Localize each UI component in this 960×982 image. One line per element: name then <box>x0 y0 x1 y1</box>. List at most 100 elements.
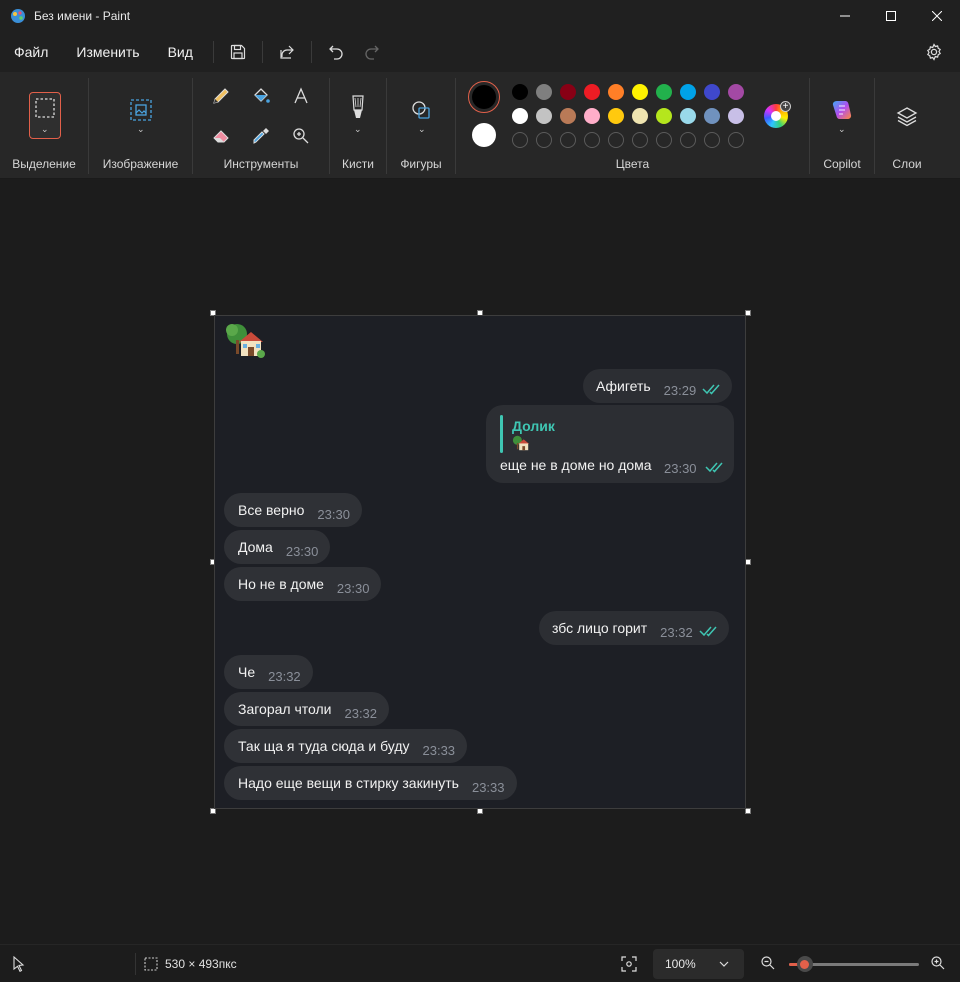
custom-color-slot[interactable] <box>728 132 744 148</box>
shapes-button[interactable] <box>405 94 437 126</box>
custom-color-slot[interactable] <box>608 132 624 148</box>
undo-button[interactable] <box>318 36 354 68</box>
copilot-button[interactable] <box>826 94 858 126</box>
color-swatch[interactable] <box>728 108 744 124</box>
zoom-select[interactable]: 100% <box>653 949 744 979</box>
custom-color-slot[interactable] <box>704 132 720 148</box>
custom-color-slot[interactable] <box>512 132 528 148</box>
primary-color-swatch[interactable] <box>468 81 500 113</box>
color-swatch[interactable] <box>728 84 744 100</box>
custom-color-slot[interactable] <box>584 132 600 148</box>
zoom-slider-thumb[interactable] <box>796 956 813 972</box>
custom-color-slot[interactable] <box>632 132 648 148</box>
color-swatch[interactable] <box>536 84 552 100</box>
message-text: Афигеть <box>596 378 651 394</box>
selection-button[interactable]: ⌄ <box>29 92 61 139</box>
color-swatch[interactable] <box>680 108 696 124</box>
message-time: 23:33 <box>422 742 456 758</box>
color-swatch[interactable] <box>704 84 720 100</box>
text-icon <box>294 87 308 104</box>
minimize-icon <box>840 15 850 17</box>
image-crop-icon <box>130 99 152 121</box>
fill-tool[interactable] <box>245 80 277 112</box>
menu-view[interactable]: Вид <box>154 32 207 72</box>
group-label-image: Изображение <box>102 157 179 171</box>
secondary-color-swatch[interactable] <box>472 123 496 147</box>
redo-button[interactable] <box>354 36 390 68</box>
color-swatch[interactable] <box>512 84 528 100</box>
save-icon <box>230 44 246 60</box>
color-swatch[interactable] <box>608 84 624 100</box>
color-swatch[interactable] <box>704 108 720 124</box>
color-swatch[interactable] <box>656 108 672 124</box>
pencil-tool[interactable] <box>205 80 237 112</box>
color-swatch[interactable] <box>632 108 648 124</box>
zoom-out-button[interactable] <box>760 955 778 973</box>
text-tool[interactable] <box>285 80 317 112</box>
maximize-button[interactable] <box>868 0 914 32</box>
color-swatch[interactable] <box>560 108 576 124</box>
eraser-icon <box>213 130 229 143</box>
message-time: 23:32 <box>660 624 693 640</box>
share-button[interactable] <box>269 36 305 68</box>
color-swatch[interactable] <box>560 84 576 100</box>
color-swatch[interactable] <box>680 84 696 100</box>
save-button[interactable] <box>220 36 256 68</box>
color-swatch[interactable] <box>632 84 648 100</box>
color-swatch[interactable] <box>536 108 552 124</box>
magnifier-tool[interactable] <box>285 120 317 152</box>
edit-colors-button[interactable]: + <box>764 101 791 128</box>
image-button[interactable] <box>125 94 157 126</box>
brushes-button[interactable] <box>342 92 374 124</box>
primary-color-fill <box>472 85 496 109</box>
reply-bar <box>500 415 503 453</box>
double-check-icon <box>702 384 720 395</box>
pencil-icon <box>213 88 229 104</box>
zoom-in-button[interactable] <box>930 955 948 973</box>
chevron-down-icon[interactable]: ⌄ <box>838 124 846 135</box>
settings-button[interactable] <box>918 36 950 68</box>
minimize-button[interactable] <box>822 0 868 32</box>
group-copilot: ⌄ Copilot <box>810 72 874 179</box>
status-bar: 530 × 493пкс 100% <box>0 944 960 982</box>
group-image: ⌄ Изображение <box>89 72 192 179</box>
color-picker-tool[interactable] <box>245 120 277 152</box>
custom-color-slot[interactable] <box>656 132 672 148</box>
close-button[interactable] <box>914 0 960 32</box>
color-swatch[interactable] <box>584 108 600 124</box>
message-time: 23:30 <box>336 580 370 596</box>
message-outgoing: збс лицо горит 23:32 <box>539 611 729 645</box>
layers-button[interactable] <box>891 100 923 132</box>
canvas-image[interactable]: Афигеть 23:29 Долик еще не в доме но дом… <box>214 315 746 809</box>
menu-divider <box>261 41 263 63</box>
group-label-copilot: Copilot <box>823 157 861 171</box>
group-colors: Цвета <box>456 72 809 179</box>
group-tools: Инструменты <box>193 72 329 179</box>
color-swatch[interactable] <box>608 108 624 124</box>
color-swatch[interactable] <box>584 84 600 100</box>
chevron-down-icon[interactable]: ⌄ <box>418 124 426 135</box>
eraser-tool[interactable] <box>205 120 237 152</box>
rectangle-select-icon <box>35 98 55 118</box>
message-time: 23:30 <box>317 506 350 522</box>
message-text: Че <box>238 664 256 680</box>
message-incoming: Все верно 23:30 <box>224 493 362 527</box>
close-icon <box>932 11 942 21</box>
chevron-down-icon[interactable]: ⌄ <box>354 124 362 135</box>
color-swatch[interactable] <box>512 108 528 124</box>
message-incoming: Загорал чтоли 23:32 <box>224 692 390 726</box>
color-swatch[interactable] <box>656 84 672 100</box>
gear-icon <box>926 43 942 61</box>
group-label-colors: Цвета <box>615 157 650 171</box>
menu-file[interactable]: Файл <box>0 32 62 72</box>
menu-edit[interactable]: Изменить <box>62 32 153 72</box>
maximize-icon <box>886 11 896 21</box>
fit-to-window-button[interactable] <box>618 953 640 975</box>
chevron-down-icon[interactable]: ⌄ <box>137 124 145 135</box>
custom-color-slot[interactable] <box>680 132 696 148</box>
ribbon: ⌄ Выделение ⌄ Изображение Инструменты ⌄ … <box>0 72 960 179</box>
custom-color-slot[interactable] <box>560 132 576 148</box>
custom-color-slot[interactable] <box>536 132 552 148</box>
zoom-value: 100% <box>665 957 696 971</box>
group-label-brushes: Кисти <box>342 157 374 171</box>
